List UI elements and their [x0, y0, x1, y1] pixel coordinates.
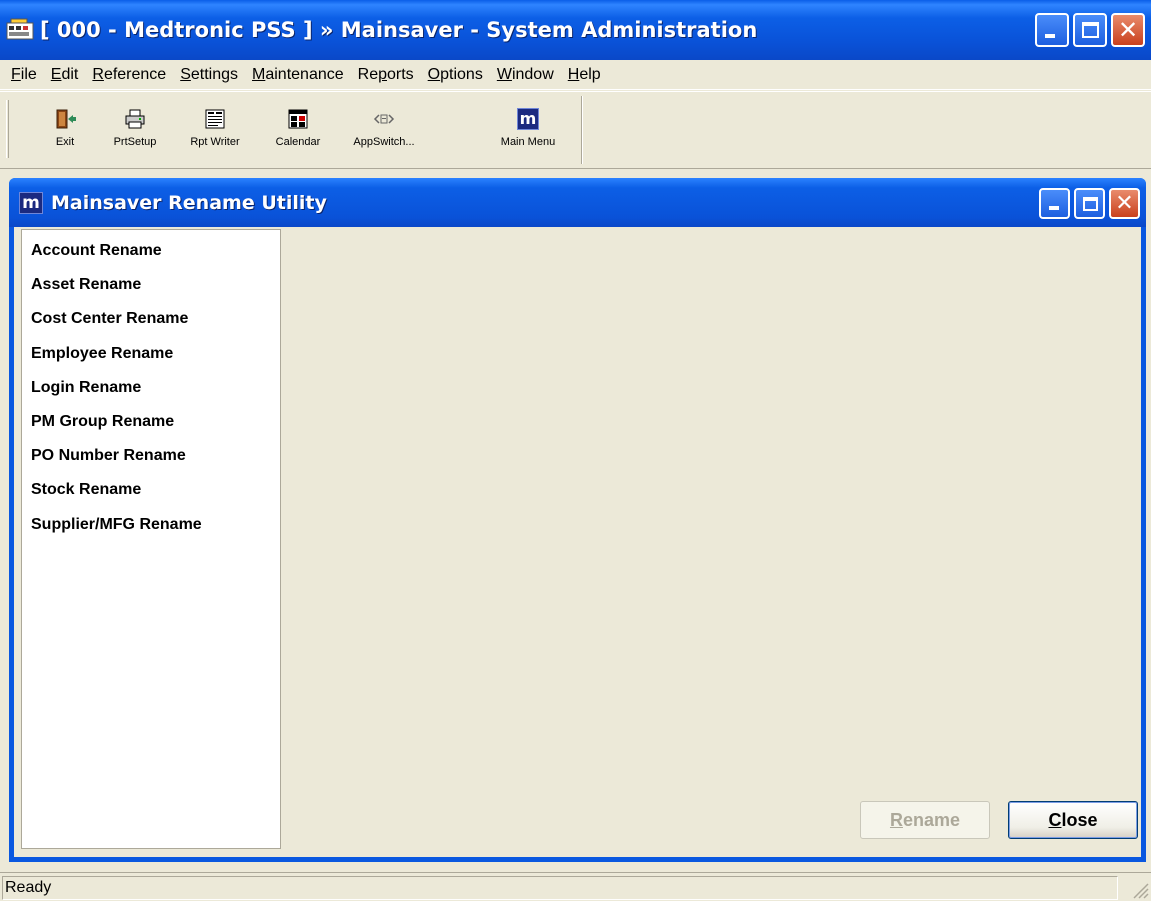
prtsetup-label: PrtSetup [113, 136, 157, 148]
appswitch-label: AppSwitch... [353, 136, 415, 148]
menu-settings[interactable]: Settings [173, 66, 245, 84]
status-bar: Ready [0, 872, 1151, 901]
menu-options[interactable]: Options [421, 66, 490, 84]
calendar-icon [287, 108, 309, 130]
app-icon[interactable] [6, 18, 36, 42]
maximize-button[interactable] [1073, 13, 1107, 47]
close-icon: ✕ [1115, 191, 1134, 216]
appswitch-button[interactable]: AppSwitch... [339, 108, 429, 158]
child-close-button[interactable]: ✕ [1109, 188, 1140, 219]
child-window-title: Mainsaver Rename Utility [51, 191, 327, 214]
close-button[interactable]: Close [1008, 801, 1138, 839]
minimize-icon [1049, 206, 1059, 210]
main-menu-logo: m [517, 108, 539, 130]
menu-help[interactable]: Help [561, 66, 608, 84]
rename-button[interactable]: Rename [860, 801, 990, 839]
rptwriter-label: Rpt Writer [190, 136, 240, 148]
child-body: Account Rename Asset Rename Cost Center … [14, 227, 1141, 857]
list-item-pm-group-rename[interactable]: PM Group Rename [31, 413, 174, 431]
window-title: [ 000 - Medtronic PSS ] » Mainsaver - Sy… [40, 18, 758, 42]
calendar-label: Calendar [275, 136, 321, 148]
list-item-account-rename[interactable]: Account Rename [31, 242, 162, 260]
list-item-po-number-rename[interactable]: PO Number Rename [31, 447, 186, 465]
child-maximize-button[interactable] [1074, 188, 1105, 219]
list-item-employee-rename[interactable]: Employee Rename [31, 345, 173, 363]
status-text: Ready [2, 876, 1118, 900]
appswitch-icon [373, 108, 395, 130]
menu-window[interactable]: Window [490, 66, 561, 84]
main-menu-label: Main Menu [500, 136, 556, 148]
resize-grip-icon[interactable] [1129, 879, 1149, 899]
maximize-icon [1082, 22, 1099, 38]
menu-maintenance[interactable]: Maintenance [245, 66, 351, 84]
printer-icon [124, 108, 146, 130]
list-item-supplier-mfg-rename[interactable]: Supplier/MFG Rename [31, 516, 202, 534]
mainsaver-logo-icon: m [19, 191, 43, 214]
exit-door-icon [54, 108, 76, 130]
calendar-button[interactable]: Calendar [258, 108, 338, 158]
list-item-cost-center-rename[interactable]: Cost Center Rename [31, 310, 188, 328]
list-item-asset-rename[interactable]: Asset Rename [31, 276, 141, 294]
menu-bar: File Edit Reference Settings Maintenance… [0, 60, 1151, 90]
minimize-icon [1045, 34, 1055, 38]
close-icon: ✕ [1117, 16, 1139, 44]
toolbar-separator [581, 96, 583, 164]
close-window-button[interactable]: ✕ [1111, 13, 1145, 47]
menu-file[interactable]: File [4, 66, 44, 84]
toolbar: Exit PrtSetup Rpt Writer Calendar AppSwi… [0, 91, 1151, 169]
main-menu-button[interactable]: m Main Menu [488, 108, 568, 158]
exit-label: Exit [55, 136, 75, 148]
menu-edit[interactable]: Edit [44, 66, 86, 84]
child-minimize-button[interactable] [1039, 188, 1070, 219]
report-writer-icon [204, 108, 226, 130]
exit-button[interactable]: Exit [25, 108, 105, 158]
rename-options-list: Account Rename Asset Rename Cost Center … [21, 229, 281, 849]
list-item-stock-rename[interactable]: Stock Rename [31, 481, 141, 499]
mainsaver-logo-icon: m [517, 108, 539, 130]
minimize-button[interactable] [1035, 13, 1069, 47]
list-item-login-rename[interactable]: Login Rename [31, 379, 141, 397]
toolbar-grip[interactable] [6, 100, 9, 158]
child-titlebar[interactable]: m Mainsaver Rename Utility ✕ [9, 178, 1146, 227]
menu-reports[interactable]: Reports [351, 66, 421, 84]
prtsetup-button[interactable]: PrtSetup [95, 108, 175, 158]
rptwriter-button[interactable]: Rpt Writer [175, 108, 255, 158]
menu-reference[interactable]: Reference [85, 66, 173, 84]
app-titlebar[interactable]: [ 000 - Medtronic PSS ] » Mainsaver - Sy… [0, 0, 1151, 60]
maximize-icon [1083, 197, 1098, 211]
rename-utility-window: m Mainsaver Rename Utility ✕ Account Ren… [9, 178, 1146, 862]
